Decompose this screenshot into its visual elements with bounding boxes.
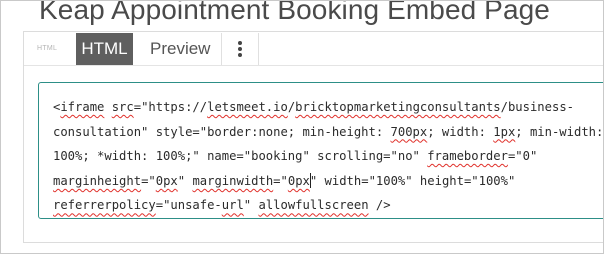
code-token: ="https:// (133, 100, 208, 114)
code-token: " (243, 198, 259, 213)
code-token: consultation" style="border:none; min-he… (53, 124, 391, 139)
code-line: referrerpolicy="unsafe-url" allowfullscr… (53, 193, 603, 218)
tab-bar: HTML HTML Preview (24, 32, 603, 66)
more-options-button[interactable] (222, 33, 258, 65)
code-text[interactable]: <iframe src="https://letsmeet.io/brickto… (53, 95, 604, 218)
page-title: Keap Appointment Booking Embed Page (39, 0, 550, 25)
code-token: ; min-width: (515, 124, 604, 139)
misspelled-token: bricktopmarketingconsultants (295, 100, 501, 114)
tab-preview[interactable]: Preview (140, 33, 220, 65)
misspelled-token: allowfullscreen (258, 198, 369, 213)
code-token: /business- (500, 100, 574, 114)
code-token: " (177, 173, 193, 188)
block-type-label: HTML (37, 45, 58, 52)
code-token: =" (273, 173, 288, 188)
code-line: consultation" style="border:none; min-he… (53, 120, 604, 145)
html-embed-panel: HTML HTML Preview <iframe src="https://l… (23, 31, 604, 243)
misspelled-token: 0px (287, 173, 310, 188)
tab-bar-border (24, 65, 603, 66)
code-line: <iframe src="https://letsmeet.io/brickto… (53, 95, 603, 120)
misspelled-token: iframe (60, 100, 105, 114)
code-token: /> (368, 198, 391, 213)
misspelled-token: marginheight (53, 173, 142, 188)
code-token: ="0" (507, 149, 538, 164)
misspelled-token: src (111, 100, 134, 114)
tab-html[interactable]: HTML (76, 33, 133, 65)
misspelled-token: marginwidth (192, 173, 274, 188)
misspelled-token: 0px (155, 173, 178, 188)
html-code-editor[interactable]: <iframe src="https://letsmeet.io/brickto… (38, 82, 604, 219)
tab-divider (258, 33, 259, 65)
code-token: ; width: (427, 124, 494, 139)
misspelled-token: referrerpolicy (53, 198, 156, 213)
app-window: Keap Appointment Booking Embed Page HTML… (0, 0, 604, 254)
code-token: 100%; *width: 100%;" name="booking" scro… (53, 149, 428, 164)
code-token: " width="100%" height="100%" (309, 173, 516, 188)
misspelled-token: letsmeet.io (207, 100, 288, 114)
code-line: marginheight="0px" marginwidth="0px" wid… (53, 169, 603, 194)
misspelled-token: frameborder (427, 149, 508, 164)
misspelled-token: 1px (493, 124, 516, 139)
code-token: ="unsafe- (155, 198, 222, 213)
code-line: 100%; *width: 100%;" name="booking" scro… (53, 144, 603, 169)
misspelled-token: 700px (390, 124, 428, 139)
misspelled-token: url (221, 198, 244, 213)
code-token: =" (141, 173, 156, 188)
